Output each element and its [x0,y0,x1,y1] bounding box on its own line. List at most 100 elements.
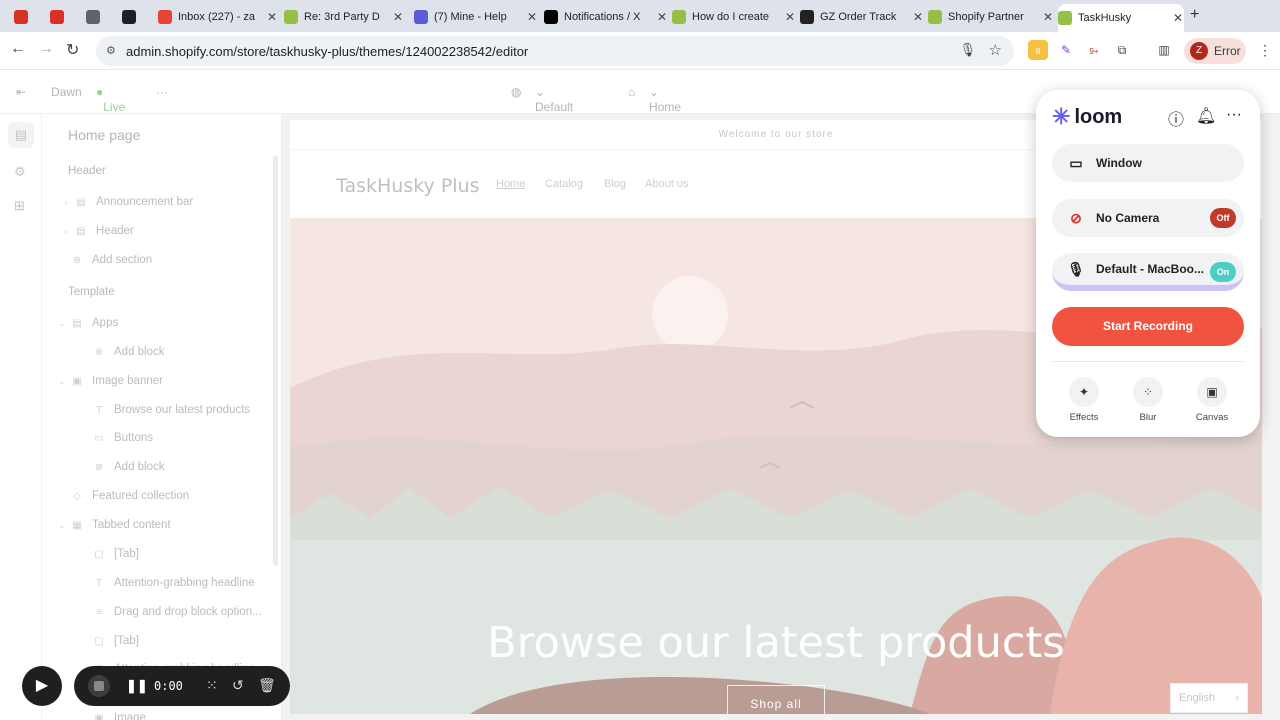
sidebar-item[interactable]: T Browse our latest products [92,404,250,416]
store-logo[interactable]: TaskHusky Plus [336,175,480,197]
sidebar-item[interactable]: ⊕ Add block [92,461,165,473]
camera-option[interactable]: ⊘ No Camera Off [1052,199,1244,237]
sidebar-item[interactable]: ▢ [Tab] [92,548,139,560]
browser-tab[interactable]: How do I create ✕ [672,4,796,30]
sidebar-item[interactable]: ≡ Drag and drop block option... [92,606,262,618]
settings-gear-icon[interactable]: ⚙ [14,164,26,180]
browser-tab[interactable]: TaskHusky ✕ [1058,4,1184,32]
sidebar-item[interactable]: ⌄ ▣ Image banner [56,375,163,387]
canvas-button-label: Canvas [1195,412,1229,423]
exit-icon[interactable]: ⇤ [16,85,26,99]
sidebar-item[interactable]: ⊕ Add block [92,346,165,358]
pause-icon[interactable]: ❚❚ [126,678,148,694]
camera-bubble-icon[interactable]: ▶ [22,666,62,706]
browser-tab[interactable]: GZ Order Track ✕ [800,4,924,30]
side-panel-icon[interactable]: ▥ [1154,40,1174,60]
extension-badge-icon[interactable]: 9+ [1084,40,1104,60]
browser-tab[interactable]: Notifications / X ✕ [544,4,668,30]
section-sidebar: Home page Header Template › ▤ Announcement… [42,114,282,720]
sidebar-scrollbar[interactable] [273,156,278,566]
help-icon[interactable]: ⓘ [1168,106,1184,130]
back-icon[interactable]: ← [10,40,26,58]
trash-icon[interactable]: 🗑︎ [258,677,276,694]
page-selector[interactable]: Home page ⌄ [649,85,681,128]
extension-icon[interactable]: 8 [1028,40,1048,60]
reload-icon[interactable]: ↻ [66,40,79,60]
stop-button[interactable] [88,675,110,697]
nav-blog[interactable]: Blog [604,178,626,190]
browser-tab[interactable]: Shopify Partner ✕ [928,4,1054,30]
bookmark-star-icon[interactable]: ☆ [989,41,1002,59]
effects-button-label: Effects [1069,412,1099,423]
tab-favicon-icon [928,10,942,24]
close-tab-icon[interactable]: ✕ [266,10,278,24]
microphone-option[interactable]: 🎙︎ Default - MacBoo... On [1052,253,1244,291]
pen-extension-icon[interactable]: ✎ [1056,40,1076,60]
chevron-icon[interactable]: › [60,198,72,207]
close-tab-icon[interactable]: ✕ [656,10,668,24]
site-info-icon[interactable]: ⚙ [106,44,116,57]
sidebar-item[interactable]: ▭ Buttons [92,432,153,444]
close-tab-icon[interactable]: ✕ [526,10,538,24]
more-actions-icon[interactable]: ··· [156,85,168,99]
restart-icon[interactable]: ↺ [232,677,244,694]
drag-grid-icon[interactable]: ⁙ [206,677,218,694]
sidebar-item[interactable]: ⌄ ▤ Apps [56,317,119,329]
chevron-icon[interactable]: ⌄ [56,377,68,386]
sidebar-item[interactable]: T Attention-grabbing headline [92,577,255,589]
forward-icon[interactable]: → [38,40,54,58]
voice-search-icon[interactable]: 🎙 [959,42,976,58]
blur-icon: ⁘ [1133,377,1163,407]
tab-favicon-icon [414,10,428,24]
sidebar-item[interactable]: ⌄ ▦ Tabbed content [56,519,171,531]
sidebar-item[interactable]: ▢ [Tab] [92,635,139,647]
blur-button[interactable]: ⁘ Blur [1124,377,1172,423]
shop-all-button[interactable]: Shop all [727,685,825,714]
window-option[interactable]: ▭ Window [1052,144,1244,182]
browser-menu-icon[interactable]: ⋮ [1258,42,1272,59]
section-type-icon: ▭ [94,432,104,444]
microphone-option-label: Default - MacBoo... [1096,262,1205,276]
bell-icon[interactable]: 🔔︎ [1196,106,1216,126]
browser-tab[interactable] [14,4,38,30]
template-selector[interactable]: Default ⌄ [535,85,573,114]
sidebar-item[interactable]: ⊕ Add section [70,254,152,266]
nav-home[interactable]: Home [496,178,525,190]
browser-tab[interactable] [86,4,114,30]
close-tab-icon[interactable]: ✕ [912,10,924,24]
nav-catalog[interactable]: Catalog [545,178,583,190]
chevron-icon[interactable]: › [60,227,72,236]
sidebar-item[interactable]: › ▤ Announcement bar [60,196,194,208]
profile-error-button[interactable]: Z Error [1184,38,1246,64]
section-type-icon: ◇ [73,490,81,502]
browser-tab[interactable]: (7) Mine - Help ✕ [414,4,538,30]
browser-tab[interactable]: Re: 3rd Party D ✕ [284,4,404,30]
apps-icon[interactable]: ⊞ [14,198,25,214]
chevron-icon[interactable]: ⌄ [56,319,68,328]
new-tab-button[interactable]: + [1190,6,1199,24]
browser-tab[interactable] [122,4,150,30]
canvas-button[interactable]: ▣ Canvas [1188,377,1236,423]
browser-tab[interactable] [50,4,78,30]
section-type-icon: ▢ [94,548,104,560]
more-icon[interactable]: ··· [1226,106,1242,124]
chevron-icon[interactable]: ⌄ [56,521,68,530]
close-tab-icon[interactable]: ✕ [392,10,404,24]
camera-off-badge[interactable]: Off [1210,208,1236,228]
sidebar-item[interactable]: ◇ Featured collection [70,490,189,502]
microphone-on-badge[interactable]: On [1210,262,1236,282]
close-tab-icon[interactable]: ✕ [1172,11,1184,25]
effects-button[interactable]: ✦ Effects [1060,377,1108,423]
address-bar[interactable]: ⚙ admin.shopify.com/store/taskhusky-plus… [96,36,1014,66]
sparkle-icon: ✦ [1069,377,1099,407]
language-selector[interactable]: English › [1170,683,1248,713]
sidebar-item[interactable]: › ▤ Header [60,225,134,237]
close-tab-icon[interactable]: ✕ [784,10,796,24]
start-recording-button[interactable]: Start Recording [1052,307,1244,346]
sidebar-item[interactable]: ▣ Image [92,712,146,720]
sections-icon[interactable]: ▤ [8,122,34,148]
nav-about[interactable]: About us [645,178,688,190]
close-tab-icon[interactable]: ✕ [1042,10,1054,24]
puzzle-icon[interactable]: ⧉ [1112,40,1132,60]
browser-tab[interactable]: Inbox (227) - za ✕ [158,4,278,30]
